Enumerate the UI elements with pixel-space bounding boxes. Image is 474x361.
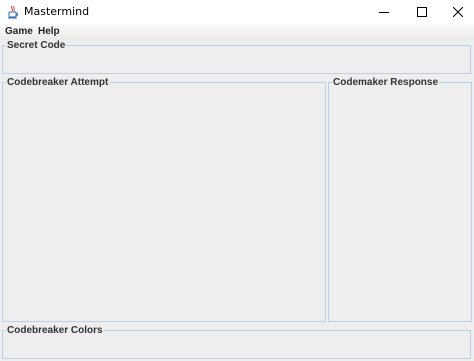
maximize-icon: [417, 7, 427, 17]
codemaker-response-panel: Codemaker Response: [328, 77, 472, 322]
window-title: Mastermind: [24, 5, 90, 18]
secret-code-title: Secret Code: [6, 40, 67, 52]
menu-help[interactable]: Help: [37, 25, 61, 39]
minimize-icon: [379, 12, 389, 13]
close-icon: [453, 7, 463, 17]
close-button[interactable]: [440, 0, 474, 24]
codemaker-response-title: Codemaker Response: [332, 77, 440, 89]
secret-code-panel: Secret Code: [2, 40, 471, 74]
codebreaker-attempt-panel: Codebreaker Attempt: [2, 77, 326, 322]
app-window: Mastermind Game Help Secret Code Codebre…: [0, 0, 474, 361]
codebreaker-attempt-title: Codebreaker Attempt: [6, 77, 110, 89]
menu-bar: Game Help: [0, 24, 474, 40]
maximize-button[interactable]: [404, 0, 440, 24]
menu-game[interactable]: Game: [4, 25, 34, 39]
codebreaker-colors-panel: Codebreaker Colors: [2, 325, 471, 359]
title-bar[interactable]: Mastermind: [0, 0, 474, 24]
minimize-button[interactable]: [366, 0, 402, 24]
codebreaker-colors-title: Codebreaker Colors: [6, 325, 104, 337]
java-cup-icon: [7, 4, 19, 19]
